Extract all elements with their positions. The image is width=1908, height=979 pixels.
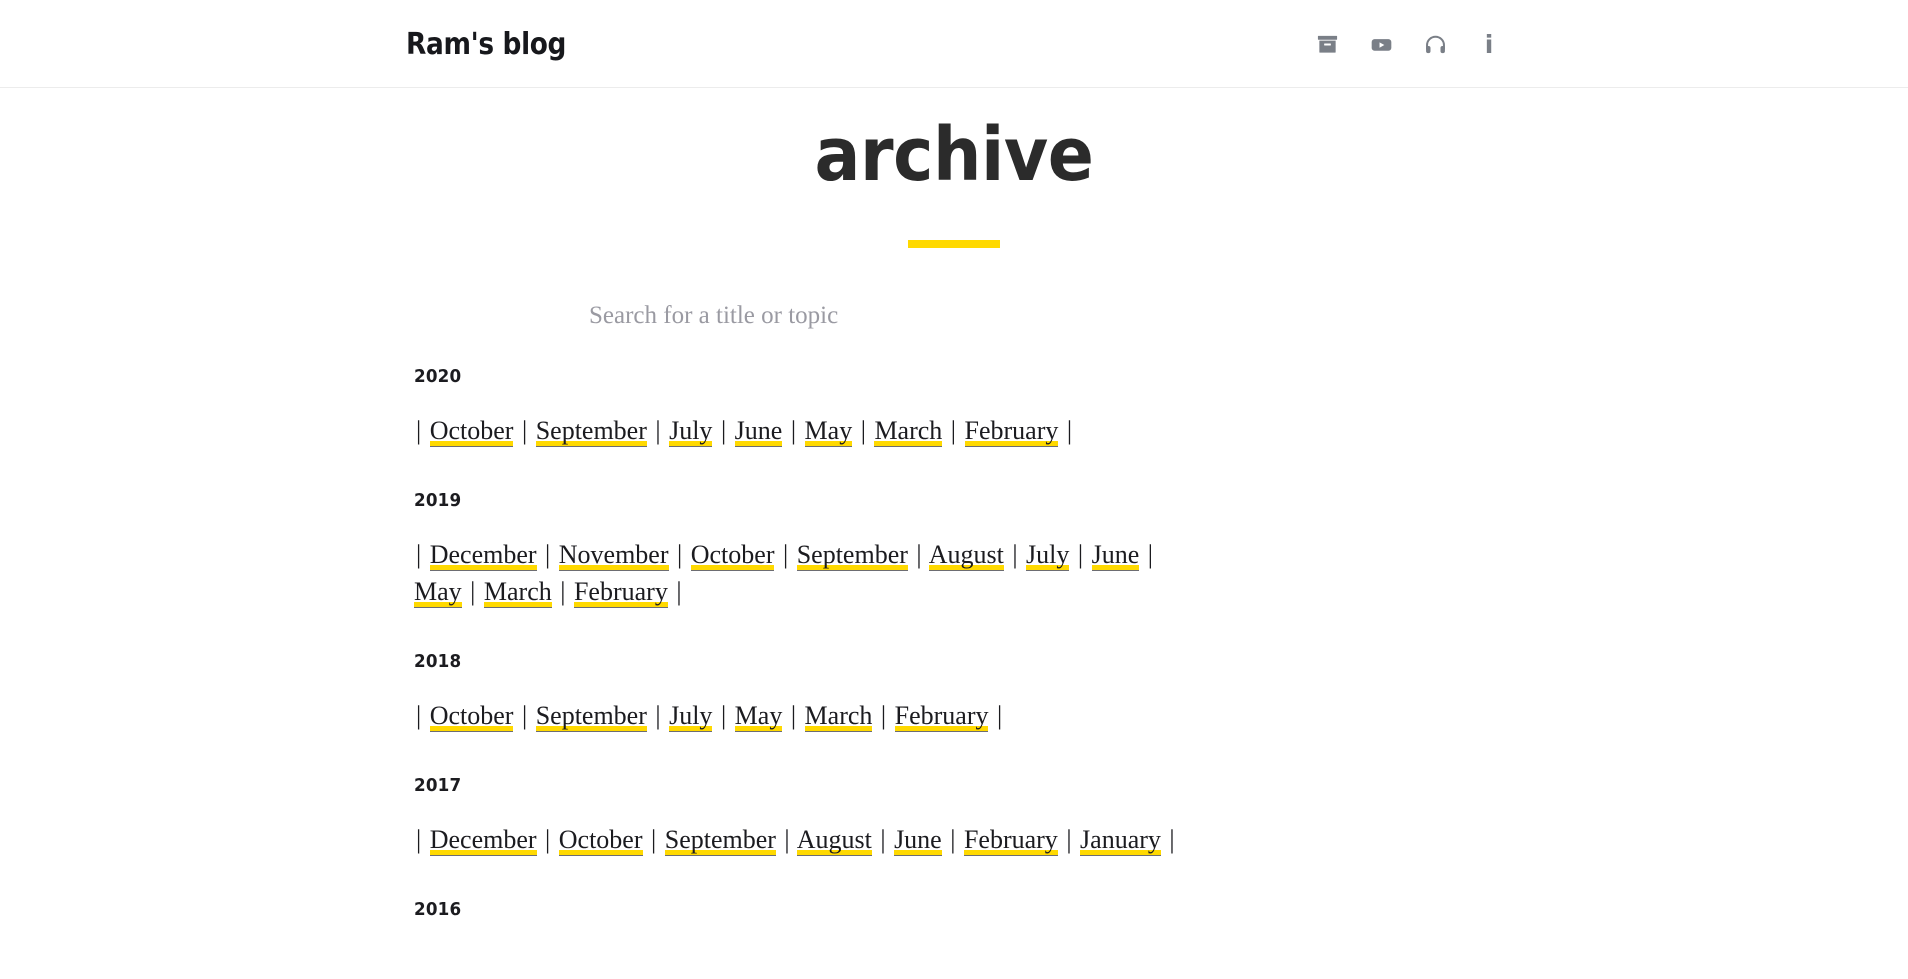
month-link[interactable]: February bbox=[963, 824, 1058, 856]
month-link[interactable]: November bbox=[558, 539, 669, 571]
year-label: 2020 bbox=[414, 366, 462, 387]
month-separator: | bbox=[1147, 539, 1153, 569]
month-separator: | bbox=[880, 700, 887, 730]
month-separator: | bbox=[916, 539, 922, 569]
month-link[interactable]: May bbox=[414, 576, 462, 608]
month-separator: | bbox=[720, 416, 727, 445]
month-link[interactable]: May bbox=[804, 416, 853, 447]
month-separator: | bbox=[677, 539, 683, 569]
month-separator: | bbox=[790, 416, 797, 445]
month-separator: | bbox=[1169, 824, 1175, 854]
month-link[interactable]: June bbox=[734, 416, 783, 447]
archive-icon-link[interactable] bbox=[1314, 31, 1340, 57]
archive-list: 2020 | October | September | July | June … bbox=[404, 366, 1504, 920]
info-icon: i bbox=[1484, 29, 1494, 59]
month-link[interactable]: August bbox=[796, 824, 872, 856]
title-divider bbox=[908, 240, 1000, 248]
year-label: 2017 bbox=[414, 774, 462, 796]
month-link[interactable]: October bbox=[558, 824, 643, 856]
month-separator: | bbox=[676, 576, 682, 606]
month-link[interactable]: February bbox=[964, 416, 1059, 447]
month-link[interactable]: March bbox=[804, 700, 873, 732]
month-link[interactable]: August bbox=[928, 539, 1004, 571]
month-separator: | bbox=[470, 576, 476, 606]
month-separator: | bbox=[1066, 824, 1072, 854]
year-block: 2019 | December | November | October | Se… bbox=[414, 490, 1504, 611]
year-block: 2018 | October | September | July | May |… bbox=[414, 651, 1504, 735]
month-separator: | bbox=[545, 824, 551, 854]
month-separator: | bbox=[416, 824, 422, 854]
search-input[interactable] bbox=[589, 302, 1149, 330]
year-block: 2016 bbox=[414, 899, 1504, 920]
month-link[interactable]: February bbox=[894, 700, 989, 732]
month-separator: | bbox=[720, 700, 727, 730]
page-title: archive bbox=[814, 112, 1094, 198]
archive-icon bbox=[1316, 33, 1339, 56]
month-link[interactable]: October bbox=[429, 416, 514, 447]
month-separator: | bbox=[416, 539, 422, 569]
month-separator: | bbox=[655, 416, 661, 445]
page-main: archive 2020 | October | September | July… bbox=[404, 88, 1504, 920]
month-separator: | bbox=[416, 700, 422, 730]
month-link[interactable]: October bbox=[690, 539, 775, 571]
month-link-row: | December | November | October | Septem… bbox=[414, 537, 1204, 611]
month-link[interactable]: December bbox=[429, 539, 537, 571]
month-separator: | bbox=[1066, 416, 1073, 445]
month-separator: | bbox=[996, 700, 1003, 730]
month-separator: | bbox=[1012, 539, 1018, 569]
year-label: 2016 bbox=[414, 898, 462, 920]
month-separator: | bbox=[655, 700, 661, 730]
year-block: 2017 | December | October | September | A… bbox=[414, 775, 1504, 859]
month-separator: | bbox=[950, 416, 957, 445]
month-link[interactable]: March bbox=[874, 416, 943, 447]
headphones-icon bbox=[1423, 32, 1448, 57]
month-link[interactable]: March bbox=[483, 576, 552, 608]
month-separator: | bbox=[950, 824, 956, 854]
headphones-icon-link[interactable] bbox=[1422, 31, 1448, 57]
month-link[interactable]: June bbox=[894, 824, 942, 856]
month-separator: | bbox=[521, 416, 528, 445]
month-separator: | bbox=[790, 700, 797, 730]
month-link[interactable]: September bbox=[664, 824, 776, 856]
month-separator: | bbox=[860, 416, 866, 445]
month-link[interactable]: May bbox=[734, 700, 783, 732]
month-separator: | bbox=[782, 539, 789, 569]
month-separator: | bbox=[651, 824, 657, 854]
month-link[interactable]: September bbox=[535, 700, 647, 732]
month-link-row: | October | September | July | May | Mar… bbox=[414, 698, 1204, 735]
month-link[interactable]: February bbox=[573, 576, 668, 608]
year-block: 2020 | October | September | July | June … bbox=[414, 366, 1504, 450]
month-link[interactable]: September bbox=[535, 416, 647, 447]
month-link[interactable]: June bbox=[1091, 539, 1140, 571]
header-icon-nav: i bbox=[1314, 31, 1502, 57]
month-link-row: | October | September | July | June | Ma… bbox=[414, 413, 1204, 450]
search-row bbox=[404, 302, 1504, 330]
youtube-icon bbox=[1369, 32, 1394, 57]
month-separator: | bbox=[880, 824, 886, 854]
month-separator: | bbox=[1077, 539, 1084, 569]
month-separator: | bbox=[521, 700, 528, 730]
year-label: 2018 bbox=[414, 650, 462, 672]
month-link[interactable]: September bbox=[796, 539, 908, 571]
month-separator: | bbox=[560, 576, 566, 606]
youtube-icon-link[interactable] bbox=[1368, 31, 1394, 57]
month-separator: | bbox=[545, 539, 551, 569]
year-label: 2019 bbox=[414, 489, 462, 511]
month-link[interactable]: January bbox=[1080, 824, 1161, 856]
month-link[interactable]: October bbox=[429, 700, 514, 732]
header-inner: Ram's blog i bbox=[404, 0, 1504, 88]
month-link[interactable]: December bbox=[429, 824, 537, 856]
site-header: Ram's blog i bbox=[0, 0, 1908, 88]
month-separator: | bbox=[784, 824, 790, 854]
month-link[interactable]: July bbox=[669, 416, 713, 447]
site-title[interactable]: Ram's blog bbox=[406, 27, 566, 62]
month-link[interactable]: July bbox=[669, 700, 713, 732]
month-link-row: | December | October | September | Augus… bbox=[414, 822, 1204, 859]
month-link[interactable]: July bbox=[1026, 539, 1070, 571]
info-icon-link[interactable]: i bbox=[1476, 31, 1502, 57]
month-separator: | bbox=[416, 416, 422, 445]
